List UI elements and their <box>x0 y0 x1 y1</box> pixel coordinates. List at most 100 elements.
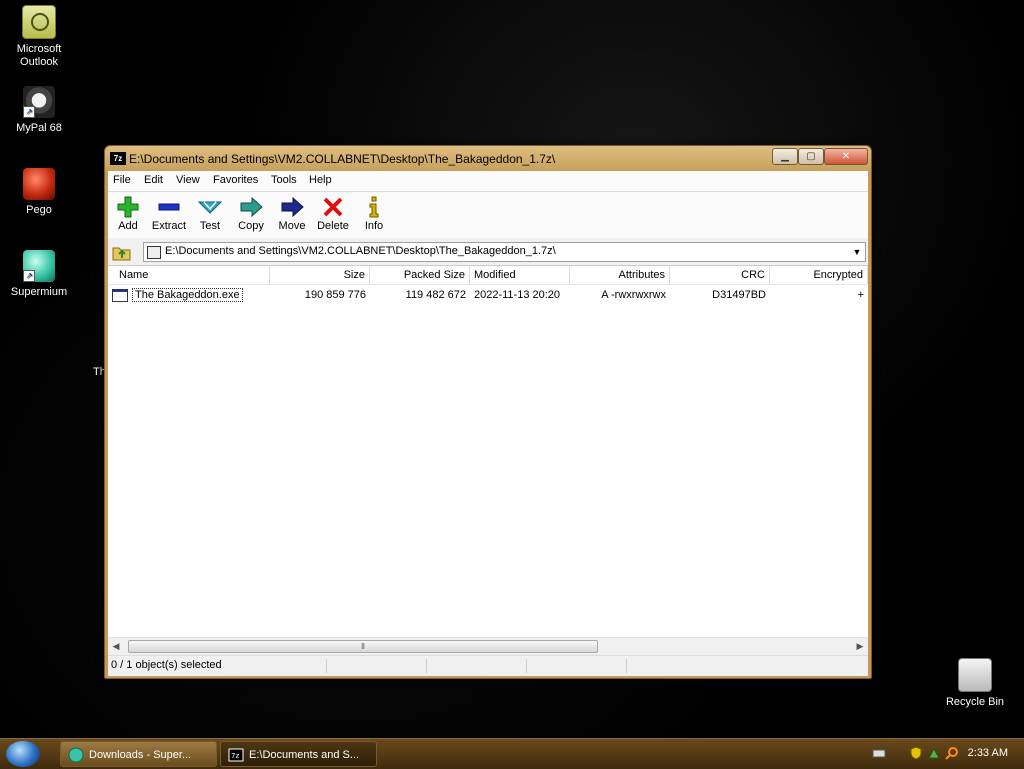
system-tray: 2:33 AM <box>864 739 1024 769</box>
status-divider <box>626 659 627 673</box>
column-modified[interactable]: Modified <box>470 266 570 284</box>
shortcut-arrow-icon: ↗ <box>23 106 35 118</box>
archive-path-icon <box>147 246 161 259</box>
row-crc: D31497BD <box>712 289 766 301</box>
delete-icon <box>321 196 345 218</box>
row-modified: 2022-11-13 20:20 <box>474 289 561 301</box>
desktop-icon-partial[interactable]: The <box>52 366 112 379</box>
copy-label: Copy <box>238 220 264 232</box>
horizontal-scrollbar[interactable]: ◀ ⦀ ▶ <box>108 637 868 654</box>
maximize-button[interactable]: ▢ <box>798 148 824 165</box>
desktop-icon-mypal[interactable]: ↗ MyPal 68 <box>0 86 81 135</box>
column-attributes[interactable]: Attributes <box>570 266 670 284</box>
move-button[interactable]: Move <box>271 196 313 232</box>
start-button[interactable] <box>6 741 40 767</box>
move-label: Move <box>278 220 306 232</box>
desktop-icon-label: The <box>93 366 112 378</box>
scroll-thumb[interactable]: ⦀ <box>128 640 598 653</box>
window-title: E:\Documents and Settings\VM2.COLLABNET\… <box>129 152 556 166</box>
add-icon <box>116 196 140 218</box>
test-button[interactable]: Test <box>189 196 231 232</box>
address-dropdown-button[interactable]: ▼ <box>849 243 865 261</box>
clock[interactable]: 2:33 AM <box>968 747 1008 759</box>
status-divider <box>426 659 427 673</box>
info-icon <box>362 196 386 218</box>
window-client: File Edit View Favorites Tools Help Add … <box>108 171 868 676</box>
menu-bar: File Edit View Favorites Tools Help <box>108 171 868 192</box>
delete-button[interactable]: Delete <box>312 196 354 232</box>
copy-button[interactable]: Copy <box>230 196 272 232</box>
network-icon[interactable] <box>927 746 941 760</box>
taskbar-button-label: E:\Documents and S... <box>249 749 360 761</box>
menu-view[interactable]: View <box>176 174 200 186</box>
scroll-left-button[interactable]: ◀ <box>108 638 124 654</box>
column-header-row: Name Size Packed Size Modified Attribute… <box>108 266 868 285</box>
row-attributes: A -rwxrwxrwx <box>601 289 666 301</box>
desktop-icon-label: MyPal 68 <box>16 122 62 134</box>
desktop-icon-supermium[interactable]: ↗ Supermium <box>0 250 81 299</box>
file-list: Name Size Packed Size Modified Attribute… <box>108 265 868 638</box>
column-name[interactable]: Name <box>115 266 270 284</box>
supermium-icon <box>68 747 84 763</box>
minimize-button[interactable]: ▁ <box>772 148 798 165</box>
up-folder-button[interactable] <box>112 243 132 261</box>
archive-window: 7z E:\Documents and Settings\VM2.COLLABN… <box>104 145 872 679</box>
menu-edit[interactable]: Edit <box>144 174 163 186</box>
svg-text:7z: 7z <box>231 752 239 760</box>
mypal-icon: ↗ <box>23 86 55 118</box>
desktop-icon-label: Microsoft Outlook <box>16 43 62 68</box>
extract-icon <box>157 196 181 218</box>
desktop-icon-pego[interactable]: Pego <box>0 168 81 217</box>
menu-favorites[interactable]: Favorites <box>213 174 258 186</box>
taskbar-button-label: Downloads - Super... <box>89 749 192 761</box>
taskbar-button-downloads[interactable]: Downloads - Super... <box>60 741 217 767</box>
test-icon <box>197 196 223 218</box>
delete-label: Delete <box>317 220 349 232</box>
add-label: Add <box>118 220 138 232</box>
desktop-icon-recycle-bin[interactable]: Recycle Bin <box>933 658 1017 709</box>
column-packed-size[interactable]: Packed Size <box>370 266 470 284</box>
status-divider <box>526 659 527 673</box>
folder-up-icon <box>112 247 131 261</box>
add-button[interactable]: Add <box>107 196 149 232</box>
menu-tools[interactable]: Tools <box>271 174 297 186</box>
menu-file[interactable]: File <box>113 174 131 186</box>
menu-help[interactable]: Help <box>309 174 332 186</box>
test-label: Test <box>199 220 221 232</box>
info-button[interactable]: Info <box>353 196 395 232</box>
address-text: E:\Documents and Settings\VM2.COLLABNET\… <box>165 245 556 257</box>
taskbar: Downloads - Super... 7z E:\Documents and… <box>0 738 1024 769</box>
scroll-right-button[interactable]: ▶ <box>852 638 868 654</box>
recycle-bin-icon <box>958 658 992 692</box>
row-size: 190 859 776 <box>304 289 366 301</box>
table-row[interactable]: The Bakageddon.exe 190 859 776 119 482 6… <box>108 287 868 303</box>
address-bar: E:\Documents and Settings\VM2.COLLABNET\… <box>108 241 868 263</box>
7zip-icon: 7z <box>228 747 244 763</box>
supermium-icon: ↗ <box>23 250 55 282</box>
window-titlebar[interactable]: 7z E:\Documents and Settings\VM2.COLLABN… <box>105 146 871 171</box>
info-label: Info <box>364 220 384 232</box>
extract-button[interactable]: Extract <box>148 196 190 232</box>
column-size[interactable]: Size <box>270 266 370 284</box>
search-icon[interactable] <box>945 746 959 760</box>
outlook-icon <box>22 5 56 39</box>
shield-icon[interactable] <box>909 746 923 760</box>
7zip-app-icon[interactable]: 7z <box>110 152 126 165</box>
row-name-cell: The Bakageddon.exe <box>128 287 270 303</box>
status-bar: 0 / 1 object(s) selected <box>108 655 868 676</box>
toolbar: Add Extract Test Copy Move Delete Info <box>108 192 868 238</box>
desktop-icon-outlook[interactable]: Microsoft Outlook <box>0 5 81 69</box>
copy-icon <box>239 196 263 218</box>
desktop-icon-label: Pego <box>26 204 52 216</box>
pego-icon <box>23 168 55 200</box>
status-divider <box>326 659 327 673</box>
keyboard-icon[interactable] <box>872 746 886 760</box>
extract-label: Extract <box>151 220 187 232</box>
row-encrypted: + <box>857 289 864 301</box>
taskbar-button-7zip[interactable]: 7z E:\Documents and S... <box>220 741 377 767</box>
address-input[interactable]: E:\Documents and Settings\VM2.COLLABNET\… <box>143 242 866 262</box>
status-text: 0 / 1 object(s) selected <box>111 659 222 671</box>
column-encrypted[interactable]: Encrypted <box>770 266 868 284</box>
close-button[interactable]: ✕ <box>824 148 868 165</box>
column-crc[interactable]: CRC <box>670 266 770 284</box>
